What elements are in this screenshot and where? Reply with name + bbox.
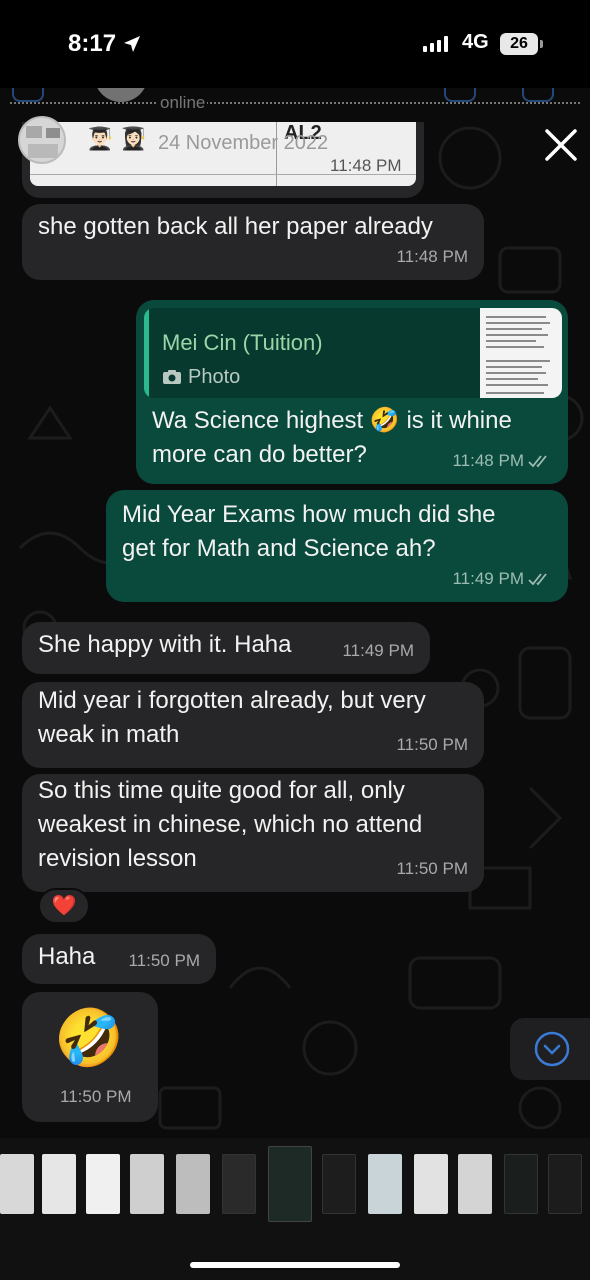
contact-avatar: [94, 88, 148, 102]
message-time: 11:50 PM: [396, 859, 468, 878]
media-thumbnail[interactable]: [0, 1154, 34, 1214]
status-time: 8:17: [68, 30, 142, 58]
message-time: 11:48 PM: [452, 444, 552, 478]
cellular-signal-icon: [423, 36, 448, 52]
media-thumbnail[interactable]: [414, 1154, 448, 1214]
camera-icon: [163, 370, 181, 384]
message-bubble[interactable]: Mei Cin (Tuition) Photo Wa Science highe…: [136, 300, 568, 484]
quoted-media: Photo: [162, 360, 240, 394]
heart-reaction[interactable]: ❤️: [38, 888, 90, 924]
media-thumbnail[interactable]: [322, 1154, 356, 1214]
header-divider: [10, 102, 580, 104]
message-bubble[interactable]: she gotten back all her paper already 11…: [22, 204, 484, 280]
image-message-card[interactable]: AL2 24 November 2022 11:48 PM: [22, 122, 424, 198]
message-bubble[interactable]: Mid year i forgotten already, but very w…: [22, 682, 484, 768]
read-ticks-icon: [528, 573, 547, 586]
network-type: 4G: [462, 31, 489, 53]
media-thumbnail[interactable]: [42, 1154, 76, 1214]
rofl-emoji: 🤣: [54, 1006, 124, 1069]
group-avatar[interactable]: [18, 116, 66, 164]
media-thumbnail[interactable]: [86, 1154, 120, 1214]
emoji-message-bubble[interactable]: 🤣 11:50 PM: [22, 992, 158, 1122]
quoted-media-label: Photo: [188, 366, 241, 388]
message-text: Haha: [38, 943, 96, 970]
quote-accent-bar: [144, 308, 149, 398]
battery-nub: [540, 40, 543, 48]
reply-quote[interactable]: Mei Cin (Tuition) Photo: [144, 308, 562, 398]
battery-icon: 26: [500, 33, 538, 55]
close-icon[interactable]: [538, 122, 584, 168]
message-time: 11:50 PM: [60, 1087, 132, 1106]
video-call-icon: [444, 88, 476, 102]
clock: 8:17: [68, 30, 117, 57]
read-ticks-icon: [528, 455, 547, 468]
media-thumbnail[interactable]: [176, 1154, 210, 1214]
status-bar: 8:17 4G 26: [0, 0, 590, 88]
media-thumbnail[interactable]: [458, 1154, 492, 1214]
message-time: 11:49 PM: [342, 641, 414, 660]
media-thumbnail[interactable]: [368, 1154, 402, 1214]
quoted-thumbnail: [480, 308, 562, 398]
message-bubble[interactable]: Haha 11:50 PM: [22, 934, 216, 984]
message-time-label: 11:49 PM: [452, 569, 524, 588]
media-thumbnail[interactable]: [222, 1154, 256, 1214]
message-text: Mid year i forgotten already, but very w…: [38, 687, 426, 748]
message-text: So this time quite good for all, only we…: [38, 777, 423, 872]
message-time: 11:50 PM: [128, 951, 200, 970]
media-thumbnail[interactable]: [548, 1154, 582, 1214]
back-chevron-icon: [12, 88, 44, 102]
message-time-label: 11:48 PM: [452, 451, 524, 470]
message-bubble[interactable]: So this time quite good for all, only we…: [22, 774, 484, 892]
chat-header-overlay: online: [0, 88, 590, 122]
media-thumbnail-strip[interactable]: [0, 1138, 590, 1280]
home-indicator[interactable]: [190, 1262, 400, 1268]
message-bubble[interactable]: She happy with it. Haha 11:49 PM: [22, 622, 430, 674]
media-thumbnail-selected[interactable]: [268, 1146, 312, 1222]
chevron-down-icon: [534, 1031, 570, 1067]
message-time: 11:48 PM: [330, 156, 402, 175]
message-bubble[interactable]: Mid Year Exams how much did she get for …: [106, 490, 568, 602]
message-date: 24 November 2022: [158, 132, 329, 154]
message-text: She happy with it. Haha: [38, 631, 292, 658]
presence-status: online: [158, 93, 208, 113]
scroll-to-bottom-button[interactable]: [510, 1018, 590, 1080]
message-text: Mid Year Exams how much did she get for …: [122, 501, 496, 562]
message-time: 11:48 PM: [396, 247, 468, 266]
graduate-emoji-icon: 👨🏻‍🎓 👩🏻‍🎓: [86, 126, 147, 151]
message-time: 11:49 PM: [452, 562, 552, 596]
media-thumbnail[interactable]: [130, 1154, 164, 1214]
chat-view[interactable]: online AL2 24 November 2022 11:48 PM 👨🏻‍…: [0, 88, 590, 1138]
close-button[interactable]: [538, 122, 584, 168]
media-thumbnail[interactable]: [504, 1154, 538, 1214]
location-arrow-icon: [124, 36, 141, 52]
phone-call-icon: [522, 88, 554, 102]
message-text: she gotten back all her paper already: [38, 213, 433, 240]
message-time: 11:50 PM: [396, 735, 468, 754]
quoted-sender: Mei Cin (Tuition): [162, 330, 323, 355]
